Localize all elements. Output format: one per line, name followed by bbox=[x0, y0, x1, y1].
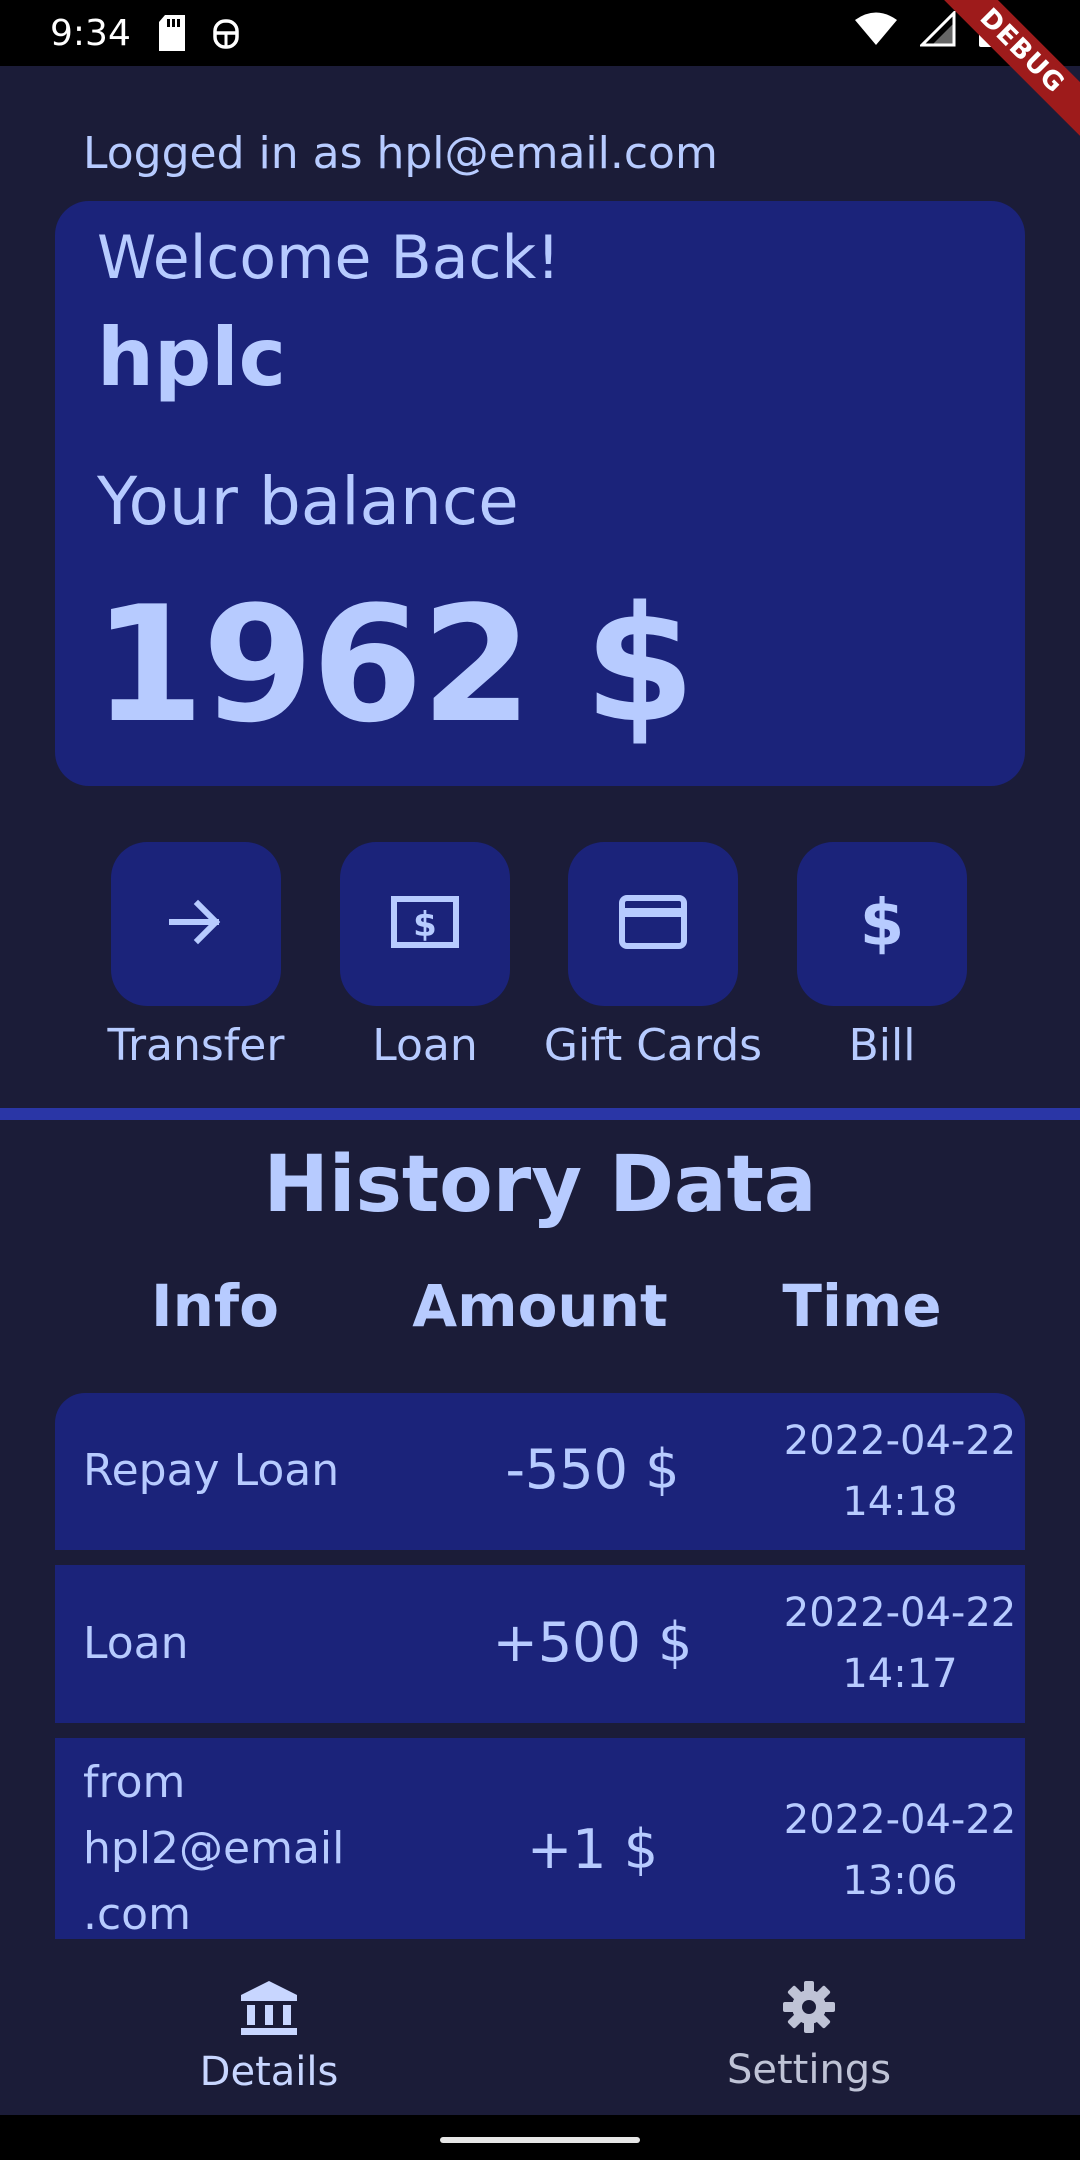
column-header-info: Info bbox=[151, 1272, 279, 1340]
username: hplc bbox=[97, 311, 287, 404]
status-time: 9:34 bbox=[50, 12, 131, 54]
balance-card: Welcome Back! hplc Your balance 1962 $ bbox=[55, 201, 1025, 786]
transfer-action[interactable]: Transfer bbox=[81, 842, 311, 1071]
table-row[interactable]: Repay Loan -550 $ 2022-04-22 14:18 bbox=[55, 1393, 1025, 1550]
svg-text:$: $ bbox=[413, 905, 437, 945]
loan-label: Loan bbox=[372, 1020, 478, 1071]
history-column-headers: Info Amount Time bbox=[0, 1272, 1080, 1342]
money-icon: $ bbox=[389, 892, 461, 956]
row-info-line: .com bbox=[83, 1889, 191, 1939]
android-debug-icon bbox=[211, 15, 241, 51]
table-row[interactable]: Loan +500 $ 2022-04-22 14:17 bbox=[55, 1565, 1025, 1723]
transfer-button[interactable] bbox=[111, 842, 281, 1006]
loan-button[interactable]: $ bbox=[340, 842, 510, 1006]
row-date: 2022-04-22 bbox=[783, 1418, 1017, 1464]
logged-in-label: Logged in as hpl@email.com bbox=[83, 128, 718, 179]
quick-actions: Transfer $ Loan Gift Cards $ Bill bbox=[0, 842, 1080, 1082]
balance-label: Your balance bbox=[97, 463, 519, 540]
nav-details-label: Details bbox=[199, 2049, 339, 2095]
row-info-line: hpl2@email bbox=[83, 1823, 345, 1874]
gear-icon bbox=[781, 1981, 837, 2039]
arrow-right-icon bbox=[164, 890, 228, 958]
gift-cards-button[interactable] bbox=[568, 842, 738, 1006]
section-divider bbox=[0, 1108, 1080, 1120]
welcome-text: Welcome Back! bbox=[97, 223, 561, 293]
bill-button[interactable]: $ bbox=[797, 842, 967, 1006]
row-clock: 13:06 bbox=[842, 1858, 958, 1904]
row-time: 2022-04-22 14:18 bbox=[735, 1411, 1025, 1533]
balance-amount: 1962 $ bbox=[93, 571, 695, 758]
credit-card-icon bbox=[617, 892, 689, 956]
bill-action[interactable]: $ Bill bbox=[767, 842, 997, 1071]
bill-label: Bill bbox=[848, 1020, 916, 1071]
row-time: 2022-04-22 13:06 bbox=[735, 1790, 1025, 1912]
bank-icon bbox=[238, 1981, 300, 2041]
loan-action[interactable]: $ Loan bbox=[310, 842, 540, 1071]
row-clock: 14:17 bbox=[842, 1651, 958, 1697]
column-header-amount: Amount bbox=[412, 1272, 668, 1340]
table-row[interactable]: from hpl2@email .com +1 $ 2022-04-22 13:… bbox=[55, 1738, 1025, 1939]
bottom-navigation: Details Settings bbox=[0, 1939, 1080, 2115]
row-amount: +1 $ bbox=[526, 1818, 659, 1881]
row-clock: 14:18 bbox=[842, 1479, 958, 1525]
row-date: 2022-04-22 bbox=[783, 1797, 1017, 1843]
status-bar: 9:34 bbox=[0, 0, 1080, 66]
dollar-icon: $ bbox=[852, 887, 912, 961]
row-info: Repay Loan bbox=[83, 1445, 340, 1496]
nav-settings-label: Settings bbox=[726, 2047, 892, 2093]
nav-settings[interactable]: Settings bbox=[659, 1979, 959, 2093]
system-navigation-area bbox=[0, 2115, 1080, 2160]
svg-text:$: $ bbox=[860, 887, 905, 957]
row-info: Loan bbox=[83, 1618, 189, 1669]
cellular-signal-icon bbox=[918, 8, 956, 56]
gift-cards-label: Gift Cards bbox=[543, 1020, 763, 1071]
row-amount: +500 $ bbox=[492, 1611, 693, 1674]
sd-card-icon bbox=[157, 15, 187, 51]
row-time: 2022-04-22 14:17 bbox=[735, 1583, 1025, 1705]
history-list[interactable]: Repay Loan -550 $ 2022-04-22 14:18 Loan … bbox=[55, 1393, 1025, 1939]
row-date: 2022-04-22 bbox=[783, 1590, 1017, 1636]
home-gesture-handle[interactable] bbox=[440, 2137, 640, 2143]
transfer-label: Transfer bbox=[107, 1020, 285, 1071]
wifi-icon bbox=[854, 11, 898, 56]
column-header-time: Time bbox=[782, 1272, 942, 1340]
nav-details[interactable]: Details bbox=[119, 1979, 419, 2095]
gift-cards-action[interactable]: Gift Cards bbox=[538, 842, 768, 1071]
row-info: from hpl2@email .com bbox=[83, 1750, 344, 1939]
row-info-line: from bbox=[83, 1757, 186, 1808]
history-title: History Data bbox=[263, 1140, 817, 1230]
row-amount: -550 $ bbox=[505, 1438, 680, 1501]
